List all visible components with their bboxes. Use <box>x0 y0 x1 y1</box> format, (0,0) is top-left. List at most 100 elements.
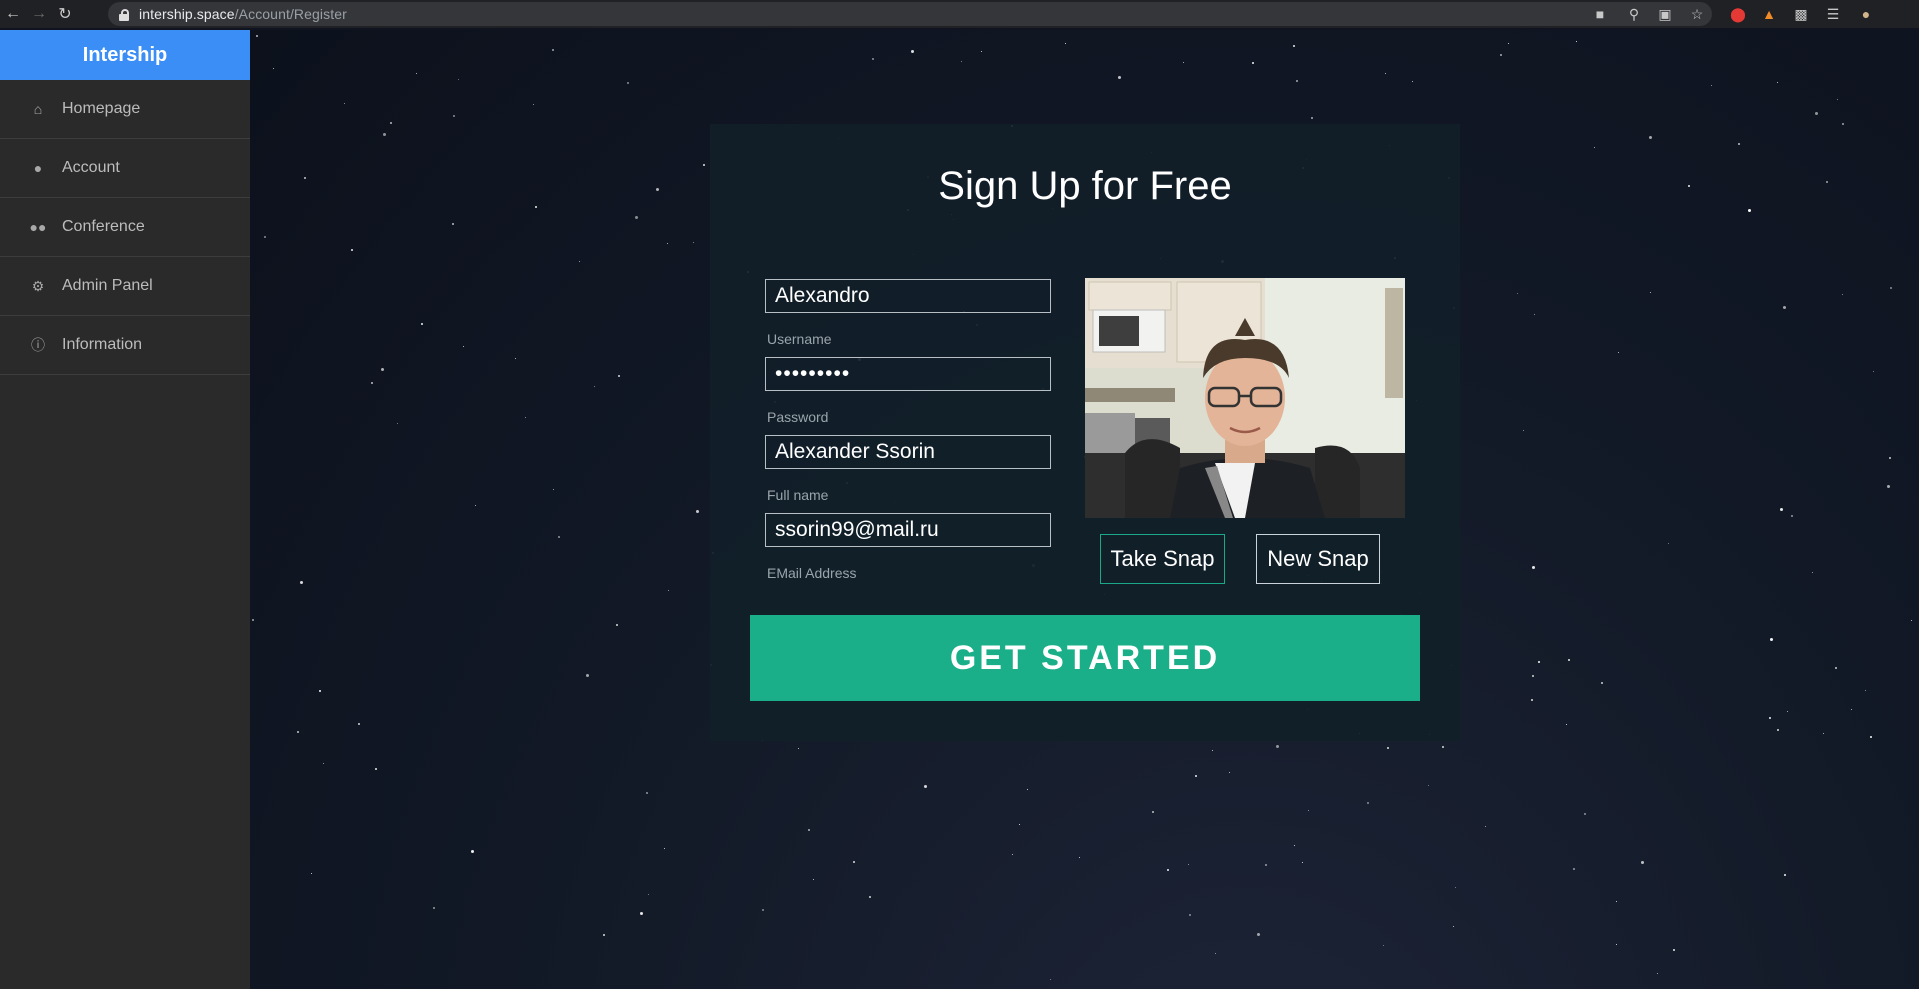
star <box>1668 543 1669 544</box>
star <box>1442 746 1444 748</box>
star <box>1851 709 1852 710</box>
star <box>1383 945 1384 946</box>
star <box>300 581 303 584</box>
star <box>667 243 668 244</box>
star <box>452 223 454 225</box>
lock-icon <box>119 8 129 21</box>
star <box>1887 485 1890 488</box>
star <box>1783 306 1786 309</box>
star <box>1865 690 1866 691</box>
new-snap-button[interactable]: New Snap <box>1256 534 1380 584</box>
star <box>1738 143 1740 145</box>
star <box>525 417 526 418</box>
star <box>1649 136 1652 139</box>
sidebar-item-account[interactable]: ● Account <box>0 139 250 198</box>
address-bar[interactable]: intership.space/Account/Register <box>108 2 1712 26</box>
webcam-photo <box>1085 278 1405 518</box>
page-title: Sign Up for Free <box>938 164 1232 208</box>
star <box>1167 869 1169 871</box>
star <box>648 894 649 895</box>
adblock-icon[interactable]: ⬤ <box>1727 0 1749 28</box>
star <box>1566 724 1567 725</box>
fullname-label: Full name <box>767 487 829 503</box>
users-icon: ●● <box>29 219 47 235</box>
star <box>1815 112 1818 115</box>
star <box>646 792 648 794</box>
take-snap-button[interactable]: Take Snap <box>1100 534 1225 584</box>
sidebar-item-label: Admin Panel <box>62 277 153 294</box>
star <box>533 104 534 105</box>
star <box>1688 185 1690 187</box>
profile-avatar-icon[interactable]: ● <box>1855 0 1877 28</box>
sidebar: Intership ⌂ Homepage ● Account ●● Confer… <box>0 30 250 989</box>
username-field[interactable] <box>765 279 1051 313</box>
star <box>961 61 962 62</box>
star <box>603 934 605 936</box>
star <box>703 164 705 166</box>
star <box>1657 973 1658 974</box>
star <box>981 51 982 52</box>
star <box>1911 620 1912 621</box>
metamask-icon[interactable]: ▲ <box>1758 0 1780 28</box>
star <box>1276 745 1279 748</box>
star <box>579 261 580 262</box>
star <box>872 58 874 60</box>
sidebar-item-conference[interactable]: ●● Conference <box>0 198 250 257</box>
star <box>1229 772 1230 773</box>
star <box>421 323 423 325</box>
star-icon[interactable]: ☆ <box>1686 0 1708 28</box>
star <box>924 785 927 788</box>
star <box>1311 117 1313 119</box>
star <box>627 82 629 84</box>
star <box>1302 862 1303 863</box>
sidebar-item-label: Information <box>62 336 143 353</box>
forward-icon[interactable]: → <box>26 0 52 28</box>
fullname-field[interactable] <box>765 435 1051 469</box>
star <box>664 848 665 849</box>
user-icon: ● <box>33 160 43 176</box>
star <box>390 122 392 124</box>
back-icon[interactable]: ← <box>0 0 26 28</box>
star <box>1650 292 1651 293</box>
star <box>869 896 871 898</box>
star <box>1889 457 1891 459</box>
signup-card: Sign Up for Free Username Password Full … <box>710 124 1460 741</box>
star <box>1523 430 1524 431</box>
brand-logo[interactable]: Intership <box>0 30 250 80</box>
star <box>1791 515 1793 517</box>
translate-icon[interactable]: ▣ <box>1654 0 1676 28</box>
password-label: Password <box>767 409 829 425</box>
email-field[interactable] <box>765 513 1051 547</box>
password-field[interactable] <box>765 357 1051 391</box>
get-started-button[interactable]: GET STARTED <box>750 615 1420 701</box>
star <box>1065 43 1066 44</box>
camera-icon[interactable]: ■ <box>1589 0 1611 28</box>
star <box>808 829 810 831</box>
star <box>1890 287 1892 289</box>
media-icon[interactable]: ☰ <box>1822 0 1844 28</box>
star <box>304 177 306 179</box>
star <box>798 748 799 749</box>
star <box>1212 750 1213 751</box>
sidebar-item-admin-panel[interactable]: ⚙ Admin Panel <box>0 257 250 316</box>
star <box>1118 76 1121 79</box>
star <box>475 505 476 506</box>
star <box>252 619 254 621</box>
star <box>594 386 595 387</box>
star <box>397 423 398 424</box>
star <box>1183 62 1184 63</box>
sidebar-item-homepage[interactable]: ⌂ Homepage <box>0 80 250 139</box>
star <box>319 690 321 692</box>
star <box>1769 717 1771 719</box>
star <box>1870 736 1872 738</box>
extensions-icon[interactable]: ▩ <box>1790 0 1812 28</box>
reload-icon[interactable]: ↻ <box>52 0 78 28</box>
star <box>1711 85 1712 86</box>
star <box>1296 80 1298 82</box>
star <box>1412 81 1413 82</box>
key-icon[interactable]: ⚲ <box>1623 0 1645 28</box>
star <box>358 723 360 725</box>
sidebar-item-information[interactable]: ⓘ Information <box>0 316 250 375</box>
url-text: intership.space/Account/Register <box>139 6 347 22</box>
sidebar-item-label: Homepage <box>62 100 141 117</box>
